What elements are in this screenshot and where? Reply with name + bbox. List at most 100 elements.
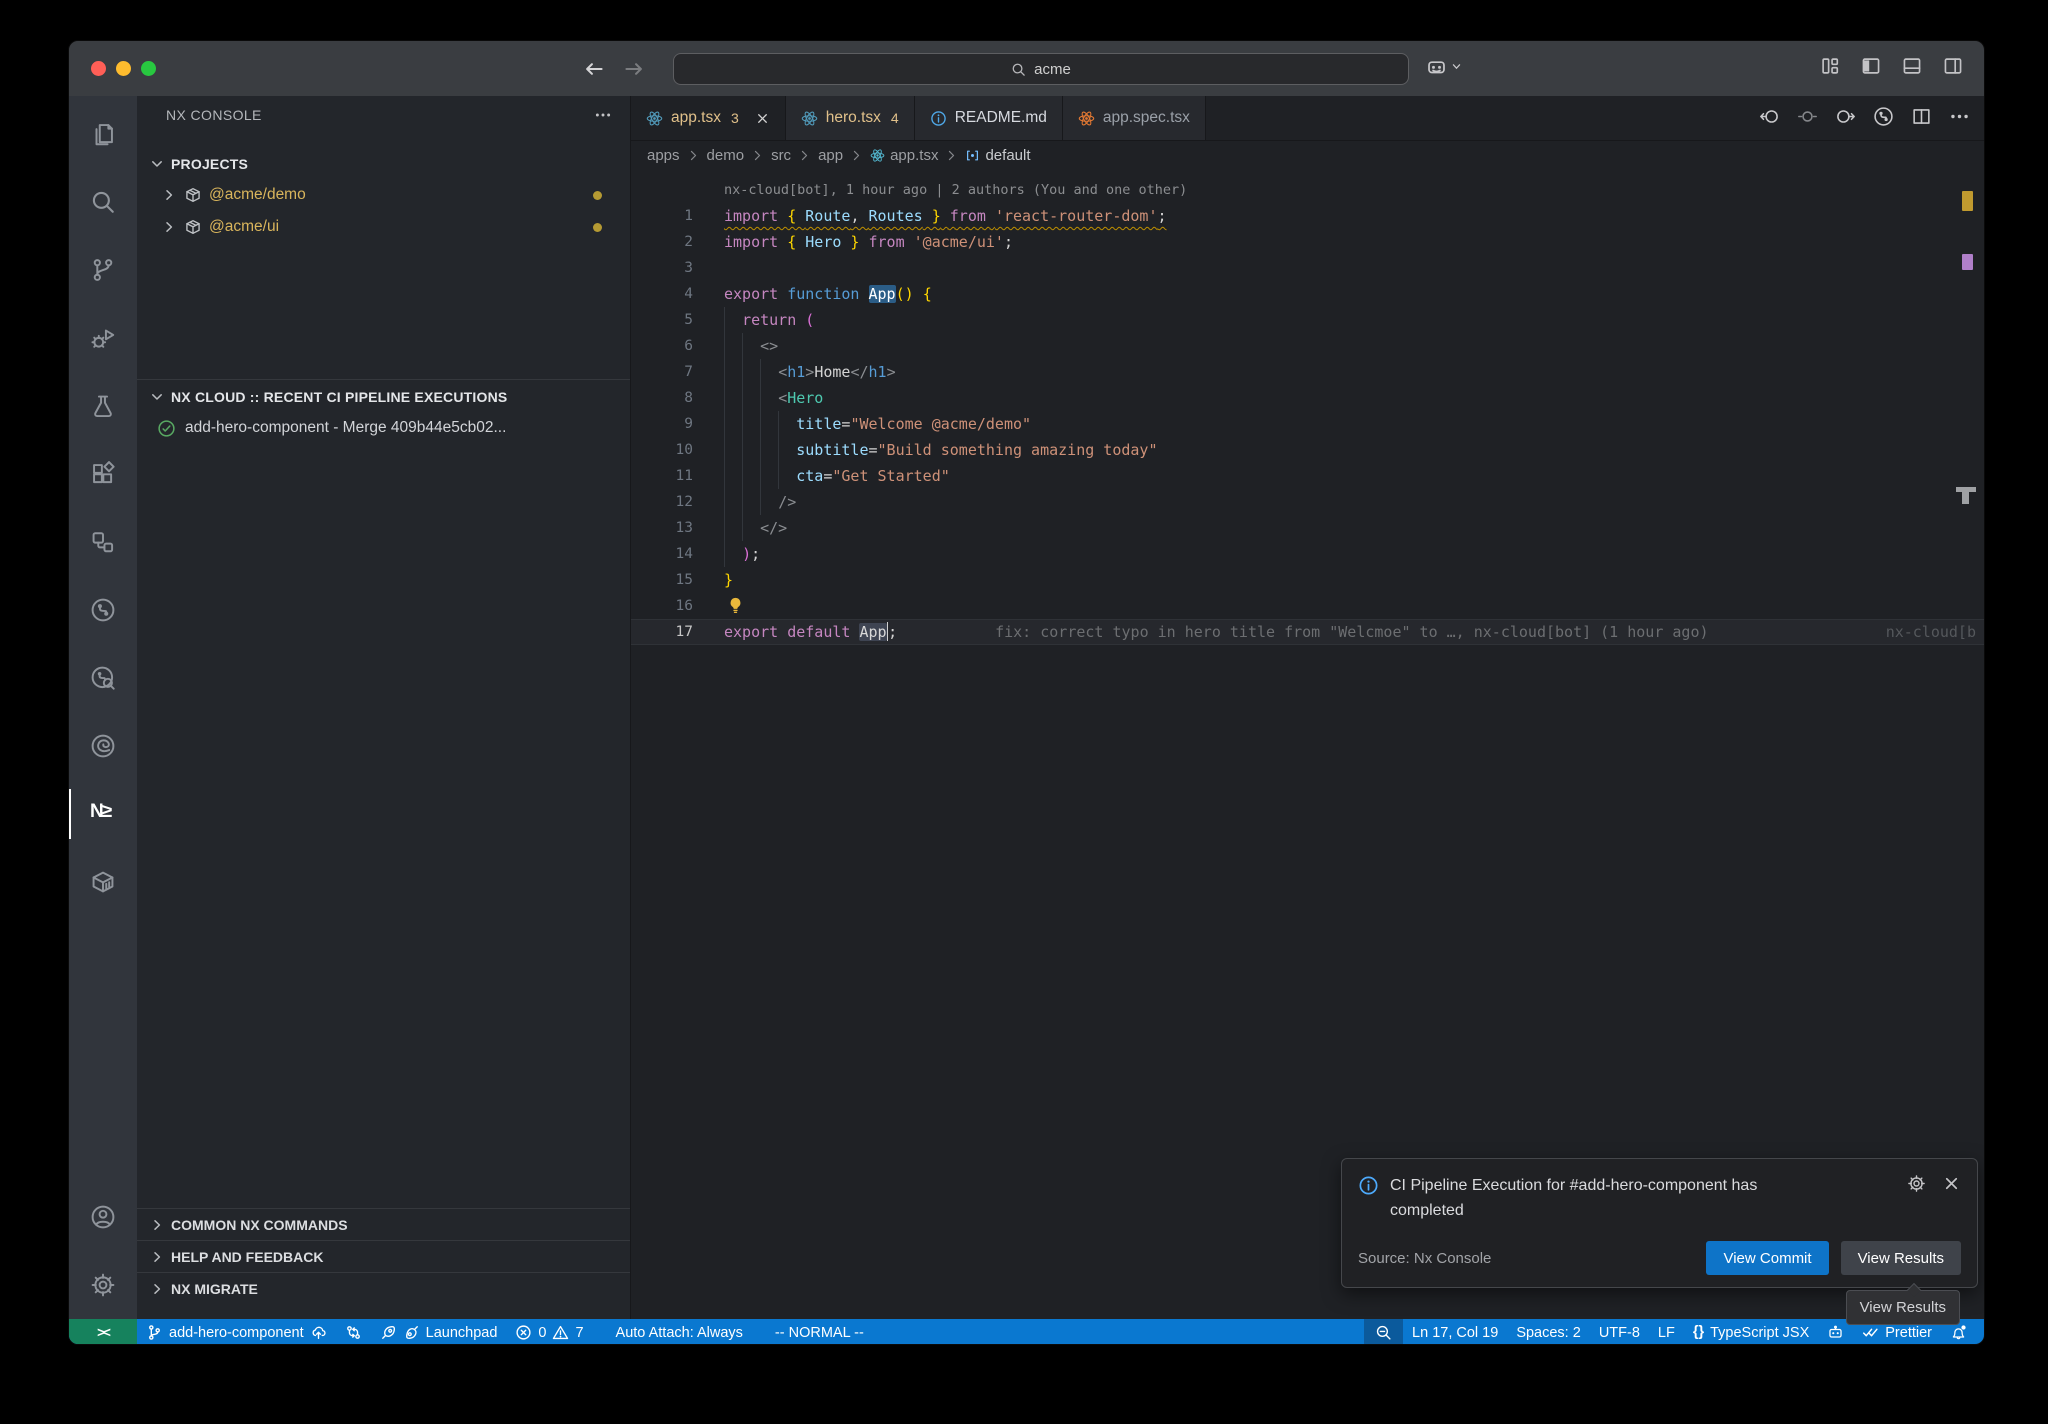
project-item[interactable]: @acme/demo bbox=[137, 179, 630, 211]
more-actions-icon[interactable] bbox=[594, 106, 612, 124]
code-line-14[interactable]: 14 ); bbox=[631, 541, 1984, 567]
layout-panel-button[interactable] bbox=[1901, 55, 1923, 82]
status-indentation[interactable]: Spaces: 2 bbox=[1507, 1319, 1590, 1345]
status-vim-mode[interactable]: -- NORMAL -- bbox=[766, 1319, 873, 1345]
copilot-menu[interactable] bbox=[1425, 55, 1462, 78]
layout-sidebar-right-button[interactable] bbox=[1942, 55, 1964, 82]
activity-container-3d[interactable] bbox=[69, 848, 137, 916]
code-line-2[interactable]: 2import { Hero } from '@acme/ui'; bbox=[631, 229, 1984, 255]
token: 'react-router-dom' bbox=[995, 207, 1158, 225]
status-auto-attach[interactable]: Auto Attach: Always bbox=[607, 1319, 752, 1345]
nav-dot-button[interactable] bbox=[1797, 106, 1818, 132]
ellipsis-button[interactable] bbox=[1949, 106, 1970, 132]
close-window-button[interactable] bbox=[91, 61, 106, 76]
maximize-window-button[interactable] bbox=[141, 61, 156, 76]
status-branch[interactable]: add-hero-component bbox=[137, 1319, 336, 1345]
status-text: 7 bbox=[575, 1325, 583, 1341]
code-editor[interactable]: nx-cloud[bot], 1 hour ago | 2 authors (Y… bbox=[631, 169, 1984, 1319]
code-line-4[interactable]: 4export function App() { bbox=[631, 281, 1984, 307]
activity-bar: N≥ bbox=[69, 96, 137, 1319]
status-git-compare[interactable] bbox=[336, 1319, 371, 1345]
status-cursor-position[interactable]: Ln 17, Col 19 bbox=[1403, 1319, 1507, 1345]
tab-hero.tsx[interactable]: hero.tsx4 bbox=[786, 96, 915, 140]
token bbox=[724, 467, 796, 485]
notification-footer: Source: Nx Console View CommitView Resul… bbox=[1358, 1241, 1961, 1275]
code-line-12[interactable]: 12 /> bbox=[631, 489, 1984, 515]
tab-app.spec.tsx[interactable]: app.spec.tsx bbox=[1063, 96, 1206, 140]
nav-back-arrow-icon[interactable] bbox=[583, 58, 605, 80]
close-tab-button[interactable] bbox=[755, 111, 770, 126]
code-line-7[interactable]: 7 <h1>Home</h1> bbox=[631, 359, 1984, 385]
activity-account[interactable] bbox=[69, 1183, 137, 1251]
activity-linked-squares[interactable] bbox=[69, 508, 137, 576]
nav-forward-button[interactable] bbox=[1835, 106, 1856, 132]
notification-buttons: View Commit View Results bbox=[1706, 1241, 1961, 1275]
activity-testing[interactable] bbox=[69, 372, 137, 440]
section-projects[interactable]: PROJECTS bbox=[137, 149, 630, 179]
activity-extensions[interactable] bbox=[69, 440, 137, 508]
activity-nx-console[interactable]: N≥ bbox=[69, 780, 137, 848]
activity-source-control[interactable] bbox=[69, 236, 137, 304]
lightbulb-icon[interactable] bbox=[726, 596, 745, 615]
minimize-window-button[interactable] bbox=[116, 61, 131, 76]
tab-app.tsx[interactable]: app.tsx3 bbox=[631, 96, 786, 140]
view-results-button[interactable]: View Results bbox=[1841, 1241, 1961, 1275]
gear-icon[interactable] bbox=[1907, 1174, 1926, 1193]
breadcrumb-item-default[interactable]: default bbox=[965, 147, 1030, 164]
pipeline-item[interactable]: add-hero-component - Merge 409b44e5cb02.… bbox=[137, 412, 630, 444]
code-text: return ( bbox=[724, 307, 814, 333]
commit-graph-button[interactable] bbox=[1873, 106, 1894, 132]
section-nx-cloud-header[interactable]: NX CLOUD :: RECENT CI PIPELINE EXECUTION… bbox=[137, 382, 630, 412]
status-zoom[interactable] bbox=[1364, 1319, 1403, 1345]
code-line-17[interactable]: 17export default App;fix: correct typo i… bbox=[631, 619, 1984, 645]
code-line-15[interactable]: 15} bbox=[631, 567, 1984, 593]
status-text: TypeScript JSX bbox=[1710, 1325, 1809, 1341]
code-line-5[interactable]: 5 return ( bbox=[631, 307, 1984, 333]
activity-settings-gear[interactable] bbox=[69, 1251, 137, 1319]
status-eol[interactable]: LF bbox=[1649, 1319, 1684, 1345]
tab-README.md[interactable]: README.md bbox=[915, 96, 1063, 140]
section-common-nx-commands[interactable]: COMMON NX COMMANDS bbox=[137, 1208, 630, 1240]
split-editor-button[interactable] bbox=[1911, 106, 1932, 132]
section-help-and-feedback[interactable]: HELP AND FEEDBACK bbox=[137, 1240, 630, 1272]
layout-grid-icon bbox=[1819, 55, 1841, 77]
activity-explorer[interactable] bbox=[69, 100, 137, 168]
breadcrumb-item-app.tsx[interactable]: app.tsx bbox=[870, 147, 938, 164]
window-controls[interactable] bbox=[91, 61, 156, 76]
activity-browser-swirl[interactable] bbox=[69, 712, 137, 780]
activity-search[interactable] bbox=[69, 168, 137, 236]
code-line-11[interactable]: 11 cta="Get Started" bbox=[631, 463, 1984, 489]
status-encoding[interactable]: UTF-8 bbox=[1590, 1319, 1649, 1345]
code-line-6[interactable]: 6 <> bbox=[631, 333, 1984, 359]
breadcrumb-item-demo[interactable]: demo bbox=[707, 147, 745, 164]
close-icon[interactable] bbox=[1942, 1174, 1961, 1193]
code-line-3[interactable]: 3 bbox=[631, 255, 1984, 281]
command-center-search[interactable]: acme bbox=[673, 53, 1409, 85]
nav-back-button[interactable] bbox=[1759, 106, 1780, 132]
code-line-1[interactable]: 1import { Route, Routes } from 'react-ro… bbox=[631, 203, 1984, 229]
projects-tree: @acme/demo@acme/ui bbox=[137, 179, 630, 243]
code-line-10[interactable]: 10 subtitle="Build something amazing tod… bbox=[631, 437, 1984, 463]
status-language[interactable]: {}TypeScript JSX bbox=[1684, 1319, 1818, 1345]
layout-grid-button[interactable] bbox=[1819, 55, 1841, 82]
code-line-8[interactable]: 8 <Hero bbox=[631, 385, 1984, 411]
status-problems[interactable]: 07 bbox=[506, 1319, 592, 1345]
breadcrumb-item-src[interactable]: src bbox=[771, 147, 791, 164]
breadcrumb-item-app[interactable]: app bbox=[818, 147, 843, 164]
view-commit-button[interactable]: View Commit bbox=[1706, 1241, 1828, 1275]
code-line-16[interactable]: 16 bbox=[631, 593, 1984, 619]
activity-run-debug[interactable] bbox=[69, 304, 137, 372]
section-nx-migrate[interactable]: NX MIGRATE bbox=[137, 1272, 630, 1304]
code-line-9[interactable]: 9 title="Welcome @acme/demo" bbox=[631, 411, 1984, 437]
nav-forward-arrow-icon[interactable] bbox=[623, 58, 645, 80]
breadcrumb-item-apps[interactable]: apps bbox=[647, 147, 680, 164]
status-launchpad[interactable]: Launchpad bbox=[371, 1319, 507, 1345]
project-item[interactable]: @acme/ui bbox=[137, 211, 630, 243]
remote-indicator[interactable]: >< bbox=[69, 1319, 137, 1345]
activity-graph-search[interactable] bbox=[69, 644, 137, 712]
layout-sidebar-button[interactable] bbox=[1860, 55, 1882, 82]
activity-commit-graph[interactable] bbox=[69, 576, 137, 644]
token: ) bbox=[742, 545, 751, 563]
code-line-13[interactable]: 13 </> bbox=[631, 515, 1984, 541]
notification-message: CI Pipeline Execution for #add-hero-comp… bbox=[1390, 1174, 1830, 1224]
